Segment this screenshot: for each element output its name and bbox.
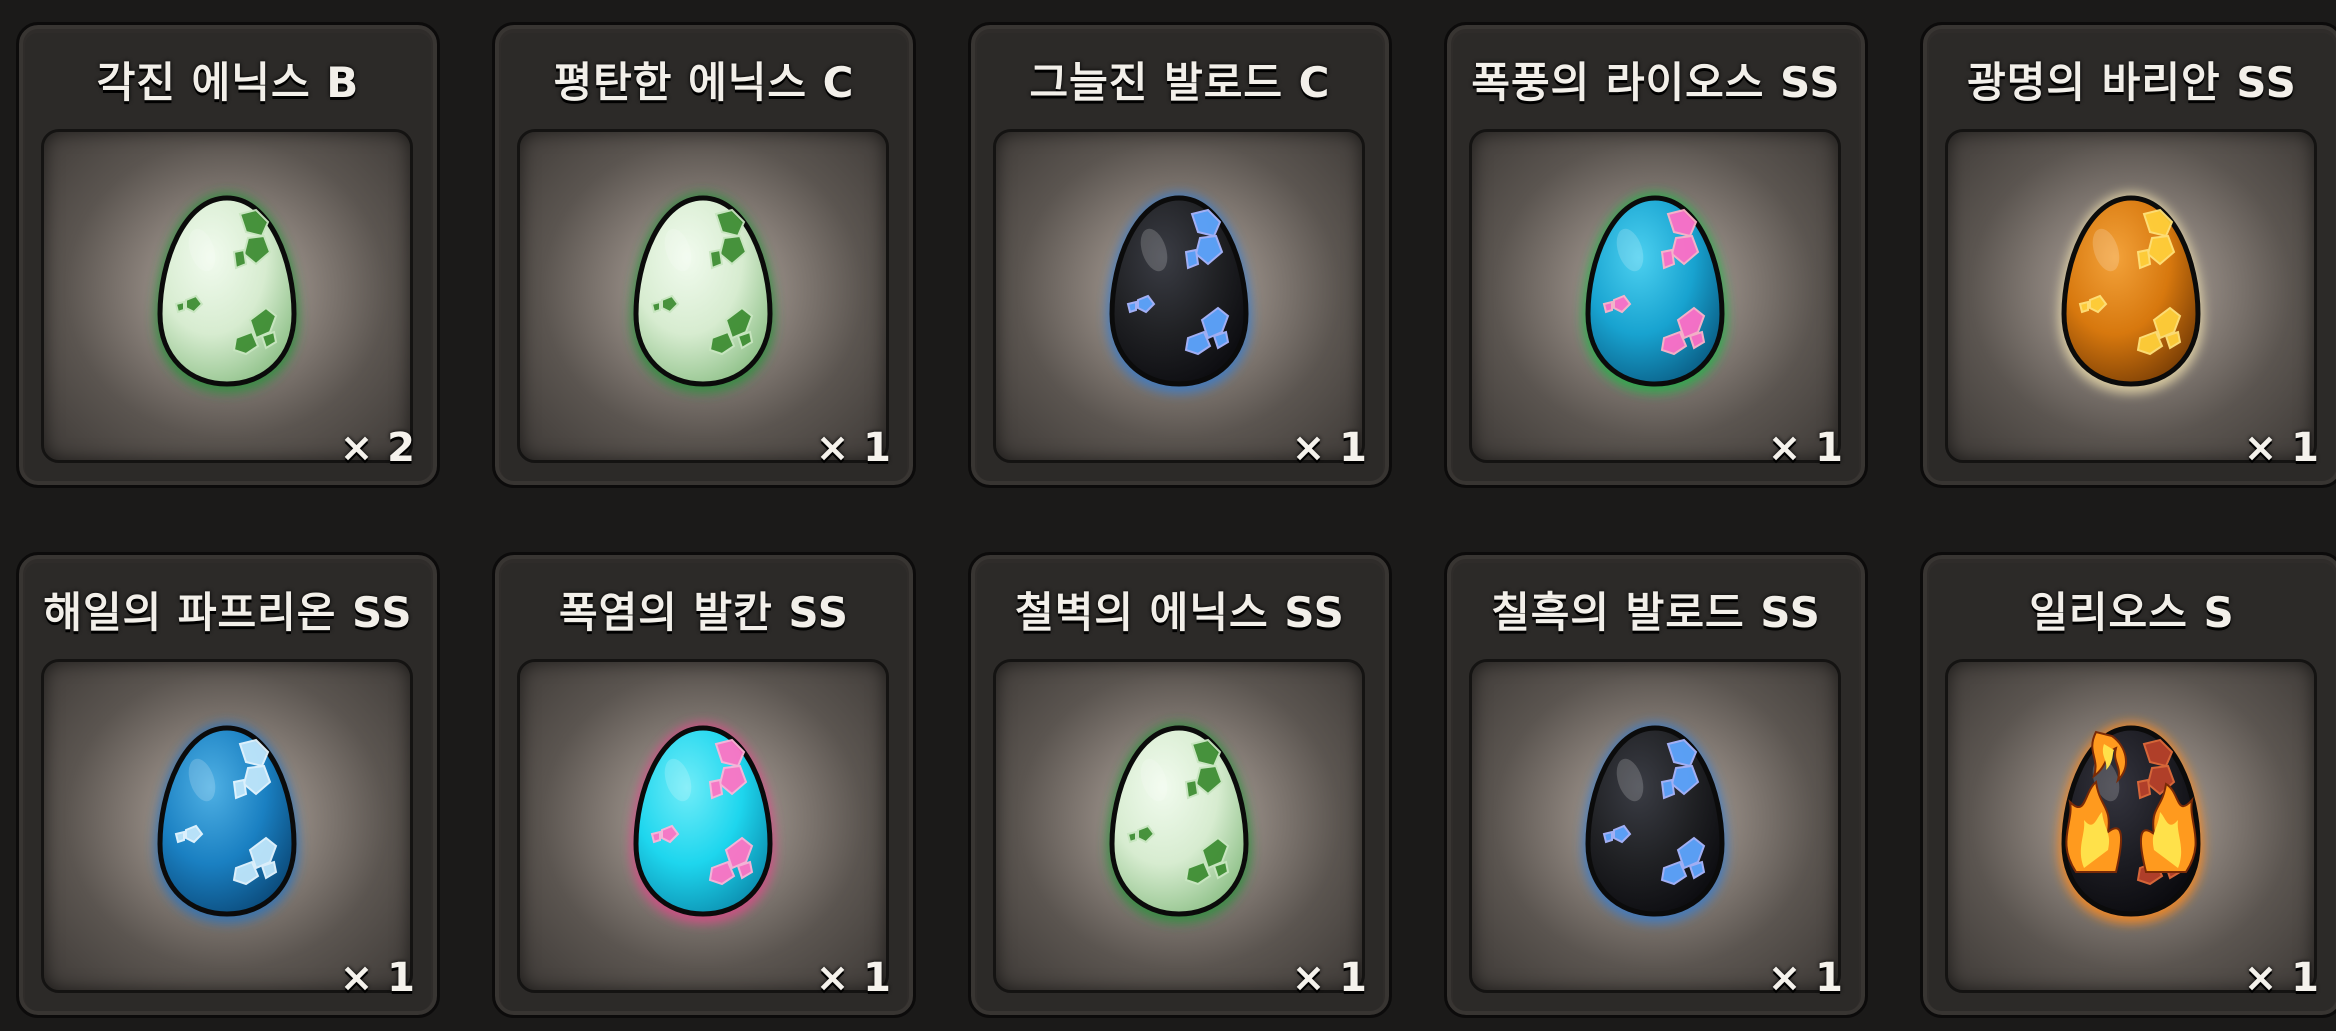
egg-name: 해일의 파프리온 SS bbox=[43, 588, 413, 637]
inventory-slot[interactable]: 평탄한 에닉스 C × 1 bbox=[492, 22, 916, 488]
egg-quantity: × 1 bbox=[815, 425, 891, 471]
egg-quantity: × 2 bbox=[339, 425, 415, 471]
inventory-slot[interactable]: 각진 에닉스 B × 2 bbox=[16, 22, 440, 488]
egg-name: 일리오스 S bbox=[2029, 588, 2235, 637]
egg-well bbox=[517, 129, 889, 463]
egg-quantity: × 1 bbox=[1291, 955, 1367, 1001]
egg-well bbox=[1945, 659, 2317, 993]
inventory-slot[interactable]: 철벽의 에닉스 SS × 1 bbox=[968, 552, 1392, 1018]
green-egg-icon bbox=[152, 192, 302, 394]
egg-quantity: × 1 bbox=[1291, 425, 1367, 471]
inventory-slot[interactable]: 칠흑의 발로드 SS × 1 bbox=[1444, 552, 1868, 1018]
egg-name: 광명의 바리안 SS bbox=[1967, 58, 2297, 107]
egg-quantity: × 1 bbox=[1767, 955, 1843, 1001]
egg-name: 폭염의 발칸 SS bbox=[558, 588, 850, 637]
egg-name: 칠흑의 발로드 SS bbox=[1491, 588, 1821, 637]
inventory-slot[interactable]: 광명의 바리안 SS × 1 bbox=[1920, 22, 2336, 488]
egg-well bbox=[993, 659, 1365, 993]
egg-well bbox=[1469, 659, 1841, 993]
inventory-slot[interactable]: 해일의 파프리온 SS × 1 bbox=[16, 552, 440, 1018]
orange-egg-icon bbox=[2056, 192, 2206, 394]
blue-egg-icon bbox=[152, 722, 302, 924]
egg-well bbox=[41, 129, 413, 463]
egg-well bbox=[993, 129, 1365, 463]
egg-well bbox=[517, 659, 889, 993]
egg-quantity: × 1 bbox=[339, 955, 415, 1001]
egg-name: 각진 에닉스 B bbox=[96, 58, 360, 107]
egg-well bbox=[1945, 129, 2317, 463]
dark-blue-egg-icon bbox=[1580, 722, 1730, 924]
egg-quantity: × 1 bbox=[1767, 425, 1843, 471]
egg-name: 폭풍의 라이오스 SS bbox=[1471, 58, 1841, 107]
inventory-slot[interactable]: 그늘진 발로드 C × 1 bbox=[968, 22, 1392, 488]
dark-blue-egg-icon bbox=[1104, 192, 1254, 394]
egg-name: 철벽의 에닉스 SS bbox=[1015, 588, 1345, 637]
fire-egg-icon bbox=[2056, 722, 2206, 924]
egg-well bbox=[1469, 129, 1841, 463]
egg-inventory-grid: 각진 에닉스 B × 2 평탄한 에닉스 C × 1 그늘진 발로드 C × 1… bbox=[0, 0, 2336, 1031]
cyan-pink-egg-icon bbox=[628, 722, 778, 924]
egg-quantity: × 1 bbox=[2243, 955, 2319, 1001]
green-egg-icon bbox=[628, 192, 778, 394]
inventory-slot[interactable]: 폭풍의 라이오스 SS × 1 bbox=[1444, 22, 1868, 488]
egg-quantity: × 1 bbox=[815, 955, 891, 1001]
egg-quantity: × 1 bbox=[2243, 425, 2319, 471]
inventory-slot[interactable]: 일리오스 S × 1 bbox=[1920, 552, 2336, 1018]
green-egg-icon bbox=[1104, 722, 1254, 924]
cyan-pink-egg-icon bbox=[1580, 192, 1730, 394]
egg-name: 그늘진 발로드 C bbox=[1029, 58, 1331, 107]
egg-name: 평탄한 에닉스 C bbox=[553, 58, 855, 107]
egg-well bbox=[41, 659, 413, 993]
inventory-slot[interactable]: 폭염의 발칸 SS × 1 bbox=[492, 552, 916, 1018]
